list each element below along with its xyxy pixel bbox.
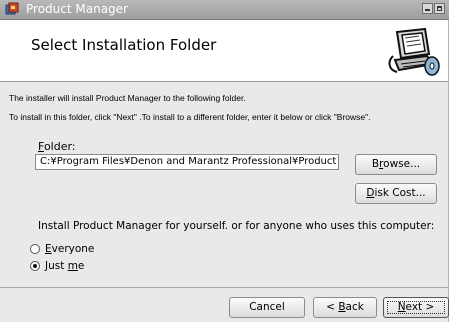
cancel-button[interactable]: Cancel <box>229 297 305 318</box>
back-label-accel: B <box>338 301 346 313</box>
back-label-post: ack <box>345 301 364 313</box>
radio-everyone-accel: E <box>45 243 52 255</box>
instruction-line-1: The installer will install Product Manag… <box>9 93 246 103</box>
install-for-prompt: Install Product Manager for yourself. or… <box>38 220 435 232</box>
next-button[interactable]: Next > <box>383 297 449 318</box>
next-label: Next > <box>398 301 435 313</box>
radio-everyone-label: Everyone <box>45 243 94 255</box>
installer-app-icon <box>5 2 19 15</box>
radio-just-me-rest: e <box>77 260 85 272</box>
title-bar[interactable]: Product Manager <box>0 0 449 20</box>
disk-cost-button[interactable]: Disk Cost... <box>355 183 437 204</box>
browse-label-post: owse... <box>383 158 421 170</box>
back-button[interactable]: < Back <box>313 297 377 318</box>
wizard-header: Select Installation Folder <box>0 20 448 82</box>
radio-just-me-label: Just me <box>45 260 84 272</box>
browse-label-pre: B <box>371 158 380 170</box>
footer-divider <box>0 287 448 288</box>
minimize-icon[interactable] <box>422 3 433 14</box>
radio-circle[interactable] <box>30 244 40 254</box>
page-title: Select Installation Folder <box>31 36 217 54</box>
folder-path-input[interactable]: C:¥Program Files¥Denon and Marantz Profe… <box>35 154 339 170</box>
maximize-icon[interactable] <box>434 3 445 14</box>
next-label-accel: N <box>397 301 406 313</box>
instruction-line-2: To install in this folder, click "Next" … <box>9 112 371 122</box>
window-title: Product Manager <box>26 2 128 16</box>
folder-label-text: older: <box>43 140 76 153</box>
radio-just-me-pre: Just <box>45 260 68 272</box>
browse-button[interactable]: Browse... <box>355 154 437 175</box>
computer-disk-icon <box>388 27 440 76</box>
radio-just-me-accel: m <box>67 260 78 272</box>
folder-label: Folder: <box>38 140 76 153</box>
back-label-pre: < <box>326 301 339 313</box>
next-label-post: ext > <box>405 301 435 313</box>
installer-window: Product Manager Select Installation Fold… <box>0 0 449 322</box>
disk-cost-label-post: isk Cost... <box>374 187 426 199</box>
radio-everyone-rest: veryone <box>51 243 95 255</box>
radio-circle-checked[interactable] <box>30 261 40 271</box>
